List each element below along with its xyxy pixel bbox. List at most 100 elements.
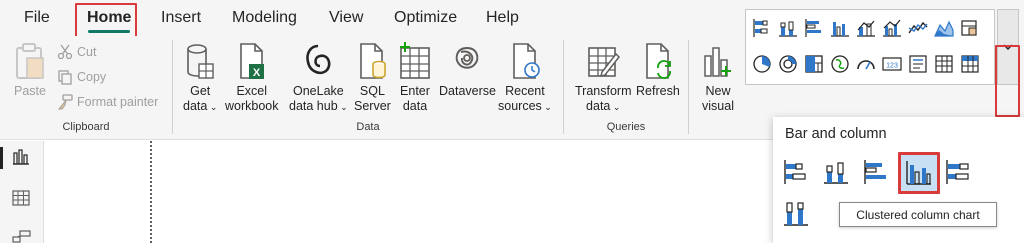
excel-icon: X [239,43,264,79]
sql-label-1: SQL [359,84,385,98]
onelake-label-1: OneLake [292,84,344,98]
transform-label-2: data [586,99,611,113]
dataverse-button[interactable]: Dataverse [439,42,496,99]
transform-data-button[interactable]: Transform data ⌄ [575,42,632,115]
queries-group-label: Queries [606,121,646,133]
sql-label-2: Server [354,99,391,113]
menu-file[interactable]: File [24,9,50,27]
recent-sources-button[interactable]: Recent sources ⌄ [498,42,552,115]
canvas-boundary [150,141,152,243]
data-group-label: Data [356,121,380,133]
line-stacked-column-chart-icon[interactable] [856,18,876,38]
table-view-icon[interactable] [12,190,30,206]
paste-button[interactable]: Paste [13,42,47,99]
stacked-column-chart-icon[interactable] [823,159,849,185]
recent-sources-icon [513,43,540,79]
table-add-icon [400,42,430,79]
multi-row-card-icon[interactable] [908,54,928,74]
model-view-icon[interactable] [12,230,32,243]
menu-modeling[interactable]: Modeling [232,9,297,27]
scissors-icon [57,44,73,60]
transform-label-1: Transform [575,84,632,98]
recent-sources-label-2: sources [498,99,542,113]
menu-home[interactable]: Home [87,9,131,27]
format-painter-label: Format painter [77,95,159,109]
table-icon[interactable] [934,54,954,74]
format-painter-button[interactable]: Format painter [57,94,158,110]
clustered-column-chart-icon[interactable] [906,160,932,186]
refresh-icon [646,43,671,79]
sql-server-button[interactable]: SQL Server [354,42,391,114]
tooltip: Clustered column chart [839,202,997,227]
pie-chart-icon[interactable] [752,54,772,74]
chevron-down-icon: ⌄ [610,102,621,112]
refresh-label: Refresh [636,84,680,98]
group-divider [563,40,564,134]
clipboard-icon [16,43,44,79]
area-chart-icon[interactable] [934,18,954,38]
svg-text:123: 123 [886,63,898,70]
active-view-indicator [0,147,3,169]
menu-view[interactable]: View [329,9,363,27]
chevron-down-icon: ⌄ [207,102,218,112]
new-visual-label-2: visual [702,99,734,113]
menu-insert[interactable]: Insert [161,9,201,27]
chevron-down-icon: ⌄ [541,102,552,112]
clipboard-group-label: Clipboard [62,121,110,133]
hundred-percent-stacked-column-icon[interactable] [783,201,809,227]
ribbon-chart-icon[interactable] [960,18,980,38]
menu-optimize[interactable]: Optimize [394,9,457,27]
line-clustered-column-chart-icon[interactable] [882,18,902,38]
recent-sources-label-1: Recent [505,84,545,98]
new-visual-icon [704,47,731,77]
svg-text:X: X [253,67,261,79]
line-chart-icon[interactable] [908,18,928,38]
menu-help[interactable]: Help [486,9,519,27]
active-tab-indicator [88,30,130,33]
paintbrush-icon [57,94,73,110]
hundred-percent-stacked-bar-icon[interactable] [945,159,971,185]
enter-data-button[interactable]: Enter data [398,42,432,114]
gauge-icon[interactable] [856,54,876,74]
map-icon[interactable] [830,54,850,74]
get-data-button[interactable]: Get data ⌄ [183,42,217,115]
enter-data-label-2: data [402,99,428,113]
get-data-label-1: Get [190,84,211,98]
database-icon [187,44,214,79]
get-data-label-2: data [183,99,208,113]
paste-label: Paste [14,84,46,98]
visual-gallery: 123 [745,9,995,85]
card-icon[interactable]: 123 [882,54,902,74]
matrix-icon[interactable] [960,54,980,74]
clustered-bar-chart-icon[interactable] [863,159,889,185]
cut-button[interactable]: Cut [57,44,96,60]
stacked-column-chart-icon[interactable] [778,18,798,38]
stacked-bar-chart-icon[interactable] [752,18,772,38]
new-visual-button[interactable]: New visual [701,42,735,114]
dataverse-icon [456,46,479,69]
clustered-column-chart-icon[interactable] [830,18,850,38]
group-divider [172,40,173,134]
chevron-down-icon [1003,44,1013,51]
dataverse-label: Dataverse [439,84,496,98]
onelake-label-2: data hub [289,99,338,113]
excel-workbook-button[interactable]: X Excel workbook [225,42,279,114]
group-divider [688,40,689,134]
chevron-down-icon: ⌄ [337,102,348,112]
sql-server-icon [360,43,387,79]
onelake-button[interactable]: OneLake data hub ⌄ [289,42,348,115]
transform-data-icon [588,47,621,78]
copy-label: Copy [77,70,107,84]
enter-data-label-1: Enter [400,84,430,98]
onelake-icon [306,44,331,75]
gallery-expand-button[interactable] [997,9,1019,85]
cut-label: Cut [77,45,97,59]
refresh-button[interactable]: Refresh [636,42,680,99]
report-view-icon[interactable] [12,149,30,165]
clustered-bar-chart-icon[interactable] [804,18,824,38]
stacked-bar-chart-icon[interactable] [783,159,809,185]
donut-chart-icon[interactable] [778,54,798,74]
excel-label-2: workbook [225,99,279,113]
copy-button[interactable]: Copy [57,69,106,85]
treemap-icon[interactable] [804,54,824,74]
